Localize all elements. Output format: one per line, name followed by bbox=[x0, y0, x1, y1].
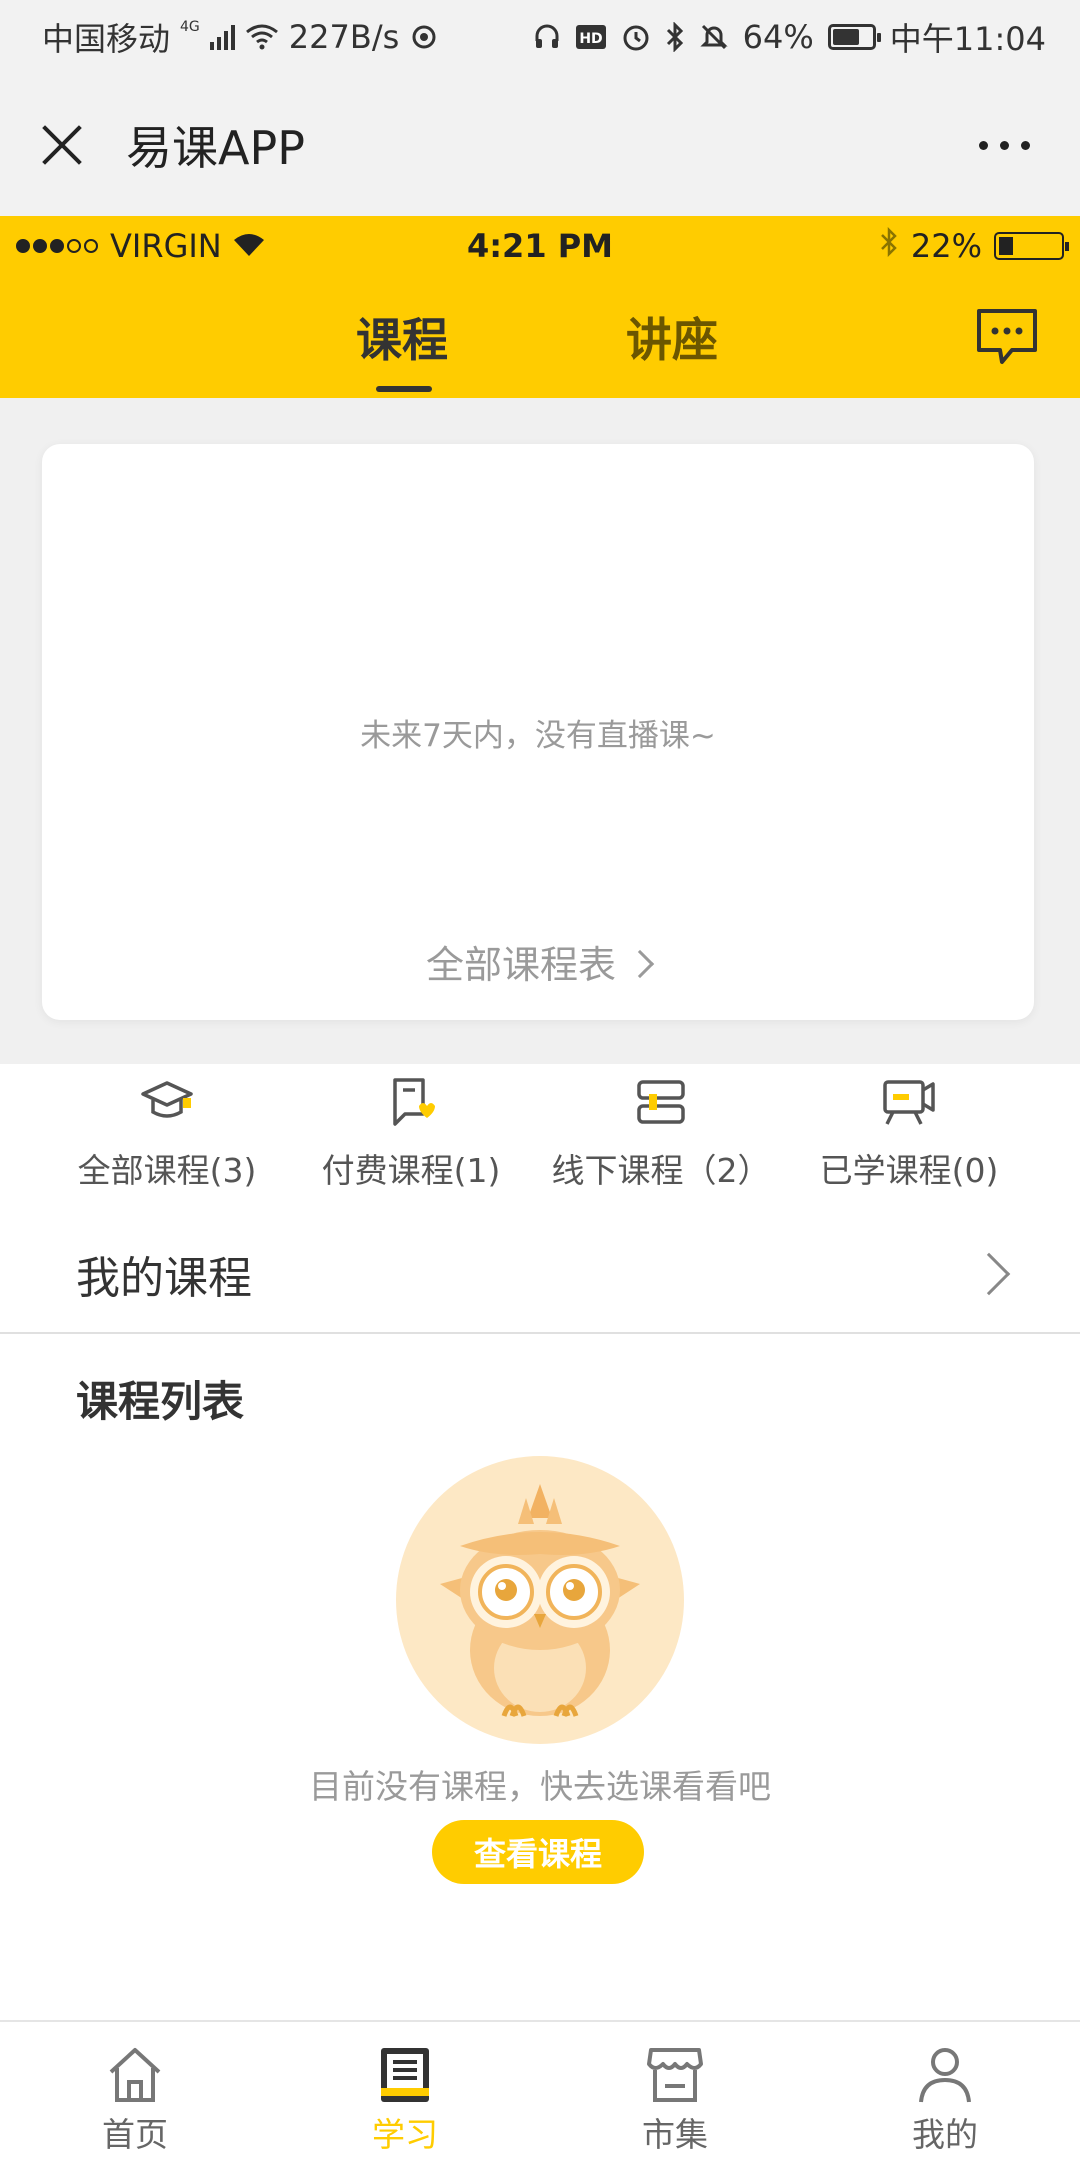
all-schedule-link[interactable]: 全部课程表 bbox=[42, 934, 1034, 989]
clock: 中午11:04 bbox=[889, 20, 1046, 58]
ios-battery-icon bbox=[994, 232, 1069, 260]
alarm-icon bbox=[621, 22, 651, 52]
category-offline-courses[interactable]: 线下课程（2） bbox=[526, 1076, 796, 1192]
battery-icon bbox=[827, 24, 881, 50]
ios-bluetooth-icon bbox=[879, 226, 899, 265]
bluetooth-icon bbox=[665, 22, 685, 52]
tab-lectures[interactable]: 讲座 bbox=[626, 304, 718, 370]
nav-label: 市集 bbox=[642, 2115, 708, 2154]
headphone-icon bbox=[533, 23, 561, 51]
live-schedule-card: 未来7天内，没有直播课~ 全部课程表 bbox=[42, 444, 1034, 1020]
nav-market[interactable]: 市集 bbox=[540, 2042, 810, 2156]
battery-percent: 64% bbox=[742, 18, 814, 56]
my-courses-row[interactable]: 我的课程 bbox=[0, 1216, 1080, 1332]
offline-course-icon bbox=[637, 1080, 685, 1124]
message-icon[interactable] bbox=[974, 306, 1040, 372]
app-header: VIRGIN 4:21 PM 22% 课程 讲座 bbox=[0, 216, 1080, 398]
category-label: 付费课程(1) bbox=[321, 1151, 501, 1190]
webview-header: 易课APP bbox=[0, 74, 1080, 216]
ios-battery-percent: 22% bbox=[910, 227, 982, 265]
schedule-empty-text: 未来7天内，没有直播课~ bbox=[360, 718, 716, 754]
user-icon bbox=[919, 2048, 971, 2103]
wifi-icon bbox=[245, 24, 279, 50]
tab-courses[interactable]: 课程 bbox=[356, 304, 448, 370]
ios-carrier: VIRGIN bbox=[110, 227, 222, 265]
graduation-cap-icon bbox=[141, 1081, 193, 1118]
more-icon[interactable] bbox=[969, 131, 1040, 160]
sync-icon bbox=[409, 22, 439, 52]
my-courses-label: 我的课程 bbox=[76, 1253, 252, 1304]
category-label: 线下课程（2） bbox=[551, 1151, 771, 1190]
category-all-courses[interactable]: 全部课程(3) bbox=[32, 1076, 302, 1192]
view-courses-button[interactable]: 查看课程 bbox=[432, 1820, 644, 1884]
mute-icon bbox=[699, 22, 729, 52]
category-paid-courses[interactable]: 付费课程(1) bbox=[276, 1076, 546, 1192]
category-label: 已学课程(0) bbox=[819, 1151, 999, 1190]
category-label: 全部课程(3) bbox=[77, 1151, 257, 1190]
ios-status-bar: VIRGIN 4:21 PM 22% bbox=[0, 216, 1080, 276]
carrier-label: 中国移动 bbox=[42, 20, 171, 58]
course-list-empty-text: 目前没有课程，快去选课看看吧 bbox=[309, 1767, 771, 1806]
page-title: 易课APP bbox=[126, 121, 305, 175]
ios-wifi-icon bbox=[232, 227, 266, 265]
network-speed: 227B/s bbox=[288, 18, 400, 56]
category-learned-courses[interactable]: 已学课程(0) bbox=[774, 1076, 1044, 1192]
paid-course-icon bbox=[393, 1078, 435, 1126]
video-course-icon bbox=[883, 1080, 935, 1125]
nav-study[interactable]: 学习 bbox=[270, 2042, 540, 2156]
android-status-bar: 中国移动 4G 227B/s HD 64% 中午11:04 bbox=[0, 0, 1080, 74]
signal-icon bbox=[209, 24, 235, 50]
svg-text:HD: HD bbox=[579, 31, 602, 47]
all-schedule-label: 全部课程表 bbox=[425, 943, 616, 987]
home-icon bbox=[109, 2048, 161, 2102]
nav-label: 我的 bbox=[912, 2115, 978, 2154]
nav-label: 学习 bbox=[372, 2115, 438, 2154]
close-icon[interactable] bbox=[40, 123, 84, 167]
nav-label: 首页 bbox=[102, 2115, 168, 2154]
top-tabs: 课程 讲座 bbox=[0, 296, 1080, 396]
owl-mascot-icon bbox=[394, 1454, 686, 1750]
market-icon bbox=[647, 2048, 703, 2102]
network-type: 4G bbox=[180, 19, 200, 35]
chevron-right-icon bbox=[625, 949, 655, 979]
course-list-title: 课程列表 bbox=[76, 1377, 245, 1426]
active-tab-indicator bbox=[376, 386, 432, 392]
book-icon bbox=[381, 2048, 429, 2102]
chevron-right-icon bbox=[967, 1252, 1011, 1296]
hd-icon: HD bbox=[575, 23, 607, 51]
ios-signal-icon bbox=[16, 239, 98, 253]
nav-mine[interactable]: 我的 bbox=[810, 2042, 1080, 2156]
nav-home[interactable]: 首页 bbox=[0, 2042, 270, 2156]
bottom-nav: 首页 学习 市集 我的 bbox=[0, 2020, 1080, 2160]
